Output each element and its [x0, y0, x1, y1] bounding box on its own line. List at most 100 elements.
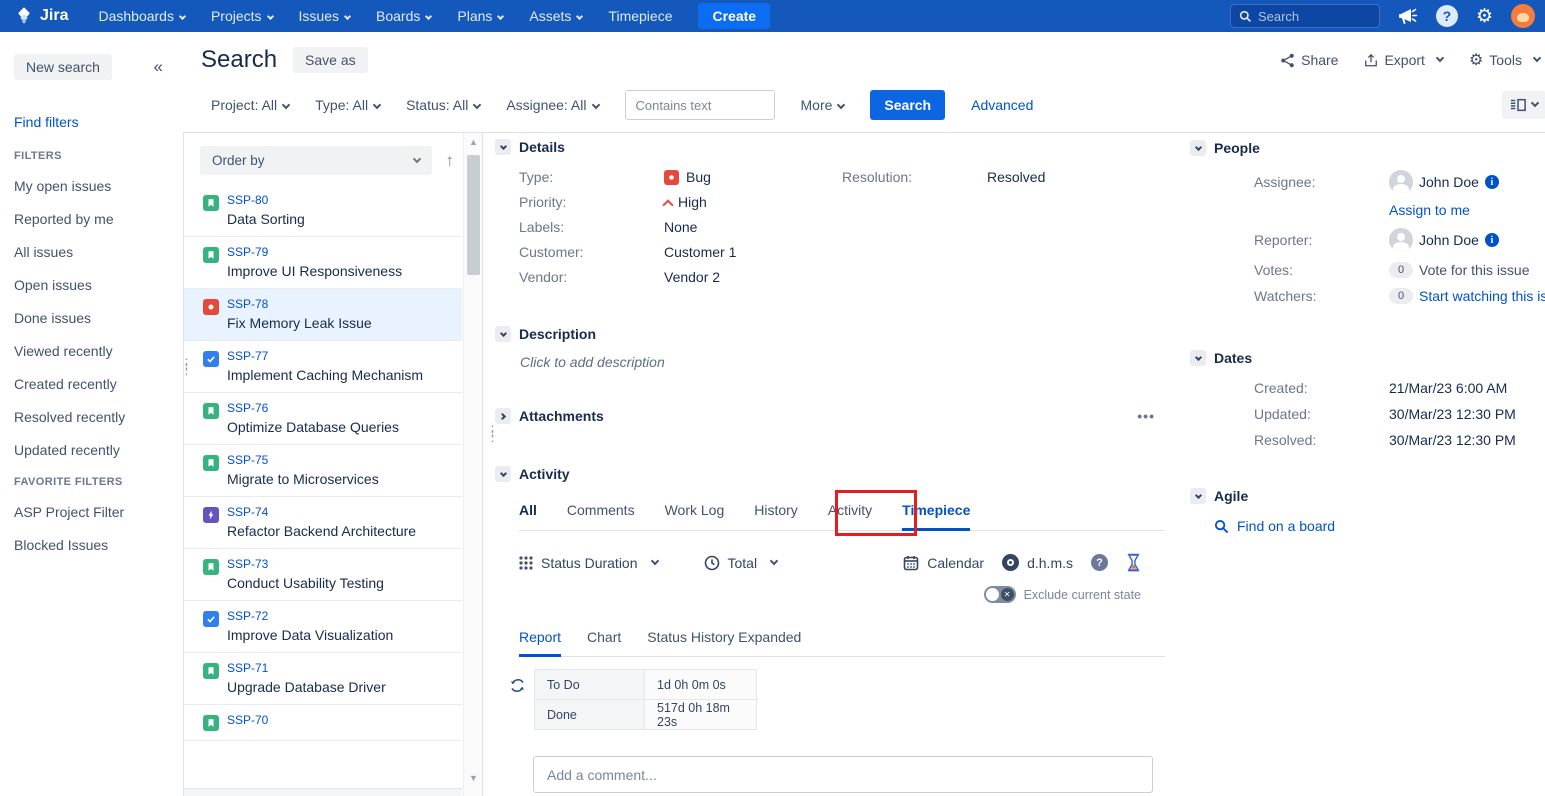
list-item[interactable]: SSP-76Optimize Database Queries — [184, 393, 462, 445]
tab-timepiece[interactable]: Timepiece — [902, 502, 970, 531]
collapse-section-icon[interactable] — [1190, 140, 1206, 156]
collapse-section-icon[interactable] — [1190, 488, 1206, 504]
new-search-button[interactable]: New search — [14, 54, 112, 80]
sidebar-item-done-issues[interactable]: Done issues — [14, 310, 169, 326]
issue-key[interactable]: SSP-80 — [227, 193, 305, 207]
global-search-input[interactable] — [1258, 9, 1368, 24]
collapse-sidebar-icon[interactable]: « — [154, 57, 169, 77]
tab-history[interactable]: History — [754, 502, 798, 531]
export-button[interactable]: Export — [1364, 52, 1442, 68]
sidebar-item-resolved-recently[interactable]: Resolved recently — [14, 409, 169, 425]
filter-type-dropdown[interactable]: Type: All — [315, 97, 380, 113]
issue-key[interactable]: SSP-73 — [227, 557, 384, 571]
issue-key[interactable]: SSP-76 — [227, 401, 399, 415]
share-button[interactable]: Share — [1280, 52, 1338, 68]
expand-section-icon[interactable] — [495, 408, 511, 424]
sidebar-item-open-issues[interactable]: Open issues — [14, 277, 169, 293]
global-search[interactable] — [1230, 4, 1380, 28]
calendar-button[interactable]: Calendar — [903, 555, 984, 571]
find-on-board-link[interactable]: Find on a board — [1237, 518, 1335, 534]
subtab-report[interactable]: Report — [519, 629, 561, 657]
search-button[interactable]: Search — [870, 90, 945, 120]
list-item[interactable]: SSP-70 — [184, 705, 462, 741]
list-item-selected[interactable]: SSP-78Fix Memory Leak Issue — [184, 289, 462, 341]
reporter-avatar[interactable] — [1389, 228, 1413, 252]
filter-status-dropdown[interactable]: Status: All — [406, 97, 480, 113]
sidebar-item-updated-recently[interactable]: Updated recently — [14, 442, 169, 458]
view-switch-button[interactable] — [1502, 91, 1545, 119]
list-item[interactable]: SSP-74Refactor Backend Architecture — [184, 497, 462, 549]
sidebar-item-reported-by-me[interactable]: Reported by me — [14, 211, 169, 227]
list-scrollbar[interactable]: ▲ ▼ — [463, 133, 482, 796]
create-button[interactable]: Create — [698, 3, 770, 29]
issue-key[interactable]: SSP-74 — [227, 505, 416, 519]
sidebar-item-my-open-issues[interactable]: My open issues — [14, 178, 169, 194]
nav-timepiece[interactable]: Timepiece — [608, 8, 672, 24]
advanced-search-link[interactable]: Advanced — [971, 97, 1033, 113]
exclude-current-state-toggle[interactable]: ✕ — [984, 586, 1016, 603]
help-icon[interactable]: ? — [1091, 554, 1108, 571]
list-item[interactable]: SSP-75Migrate to Microservices — [184, 445, 462, 497]
info-icon[interactable]: i — [1485, 175, 1499, 189]
list-item[interactable]: SSP-80Data Sorting — [184, 185, 462, 237]
subtab-status-history-expanded[interactable]: Status History Expanded — [647, 629, 801, 657]
scroll-down-icon[interactable]: ▼ — [464, 769, 483, 786]
issue-key[interactable]: SSP-78 — [227, 297, 372, 311]
save-as-button[interactable]: Save as — [293, 47, 368, 73]
nav-plans[interactable]: Plans — [457, 8, 503, 24]
contains-text-input[interactable] — [625, 90, 775, 120]
user-avatar[interactable] — [1511, 4, 1535, 28]
nav-issues[interactable]: Issues — [299, 8, 350, 24]
assignee-avatar[interactable] — [1389, 170, 1413, 194]
list-item[interactable]: SSP-73Conduct Usability Testing — [184, 549, 462, 601]
list-item[interactable]: SSP-72Improve Data Visualization — [184, 601, 462, 653]
total-dropdown[interactable]: Total — [704, 555, 778, 571]
collapse-section-icon[interactable] — [495, 139, 511, 155]
tools-button[interactable]: ⚙ Tools — [1469, 50, 1540, 70]
issue-key[interactable]: SSP-70 — [227, 713, 268, 727]
panel-resize-handle[interactable]: ⋮⋮ — [180, 361, 186, 373]
dhms-format-button[interactable]: d.h.m.s — [1002, 554, 1073, 571]
issue-key[interactable]: SSP-75 — [227, 453, 379, 467]
list-item[interactable]: SSP-77Implement Caching Mechanism — [184, 341, 462, 393]
jira-logo[interactable]: Jira — [14, 6, 68, 26]
issue-key[interactable]: SSP-79 — [227, 245, 402, 259]
add-comment-input[interactable] — [533, 756, 1153, 793]
nav-boards[interactable]: Boards — [376, 8, 431, 24]
tab-activity[interactable]: Activity — [828, 502, 872, 531]
announcements-icon[interactable] — [1398, 7, 1418, 25]
assign-to-me-link[interactable]: Assign to me — [1389, 202, 1470, 218]
start-watching-link[interactable]: Start watching this issue — [1419, 288, 1545, 304]
issue-key[interactable]: SSP-72 — [227, 609, 393, 623]
hourglass-icon[interactable] — [1126, 553, 1141, 572]
sidebar-item-viewed-recently[interactable]: Viewed recently — [14, 343, 169, 359]
sort-direction-icon[interactable]: ↑ — [446, 151, 455, 171]
status-duration-dropdown[interactable]: Status Duration — [519, 555, 658, 571]
collapse-section-icon[interactable] — [495, 326, 511, 342]
reporter-name[interactable]: John Doe — [1419, 232, 1479, 248]
assignee-name[interactable]: John Doe — [1419, 174, 1479, 190]
sidebar-item-created-recently[interactable]: Created recently — [14, 376, 169, 392]
filter-assignee-dropdown[interactable]: Assignee: All — [506, 97, 598, 113]
nav-assets[interactable]: Assets — [529, 8, 582, 24]
find-filters-link[interactable]: Find filters — [14, 114, 169, 130]
nav-dashboards[interactable]: Dashboards — [98, 8, 185, 24]
description-placeholder[interactable]: Click to add description — [520, 354, 1165, 370]
issue-key[interactable]: SSP-77 — [227, 349, 423, 363]
subtab-chart[interactable]: Chart — [587, 629, 621, 657]
scrollbar-thumb[interactable] — [467, 155, 480, 275]
sidebar-item-blocked-issues[interactable]: Blocked Issues — [14, 537, 169, 553]
filter-more-dropdown[interactable]: More — [801, 97, 845, 113]
vote-link[interactable]: Vote for this issue — [1419, 262, 1530, 278]
sidebar-item-all-issues[interactable]: All issues — [14, 244, 169, 260]
list-item[interactable]: SSP-71Upgrade Database Driver — [184, 653, 462, 705]
scroll-up-icon[interactable]: ▲ — [464, 133, 483, 150]
refresh-icon[interactable] — [509, 677, 526, 699]
settings-gear-icon[interactable]: ⚙ — [1476, 7, 1493, 26]
help-icon[interactable]: ? — [1436, 5, 1458, 27]
tab-work-log[interactable]: Work Log — [665, 502, 725, 531]
attachments-more-icon[interactable]: ••• — [1137, 408, 1155, 424]
sidebar-item-asp-project-filter[interactable]: ASP Project Filter — [14, 504, 169, 520]
nav-projects[interactable]: Projects — [211, 8, 273, 24]
tab-all[interactable]: All — [519, 502, 537, 531]
